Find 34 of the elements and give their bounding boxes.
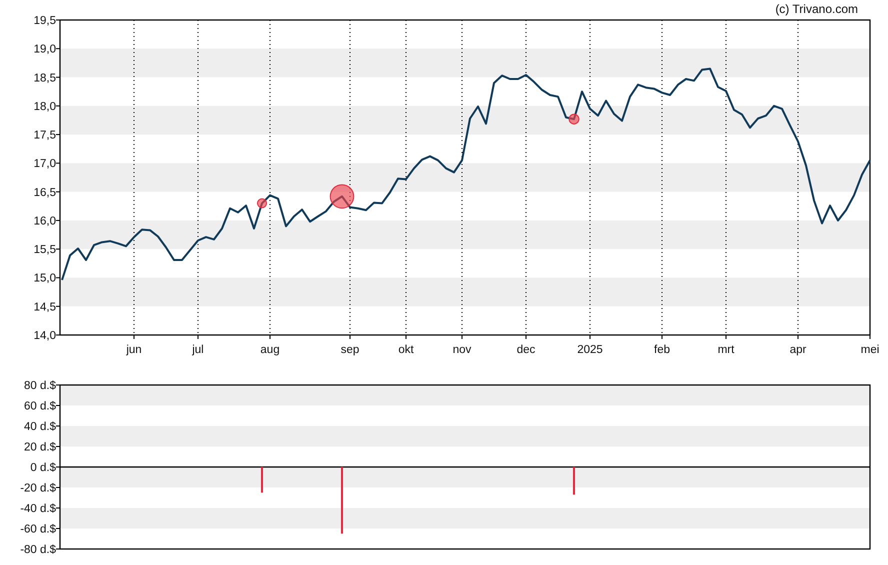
y-axis-label: 40 d.$	[24, 421, 56, 433]
x-axis-label: jul	[192, 344, 204, 356]
y-axis-label: 14,5	[34, 301, 56, 314]
y-axis-label: 17,0	[34, 158, 56, 170]
y-axis-label: 0 d.$	[30, 462, 56, 474]
x-axis-label: jun	[126, 344, 142, 356]
y-axis-label: 15,0	[34, 272, 56, 285]
y-axis-label: 18,0	[34, 100, 56, 113]
y-axis-label: -60 d.$	[20, 524, 56, 536]
x-axis-label: apr	[790, 344, 806, 356]
y-axis-label: 19,0	[34, 44, 56, 56]
x-axis-label: mei	[860, 344, 880, 356]
y-axis-label: 16,5	[34, 186, 56, 199]
y-axis-label: 18,5	[34, 72, 56, 84]
x-axis-label: nov	[452, 344, 472, 356]
y-axis-label: -40 d.$	[20, 503, 56, 515]
y-axis-label: 19,5	[34, 15, 56, 27]
y-axis-label: 14,0	[34, 330, 56, 342]
y-axis-label: 17,5	[34, 130, 56, 142]
y-axis-label: -20 d.$	[20, 482, 56, 494]
x-axis-label: aug	[260, 344, 280, 356]
x-axis-label: sep	[340, 344, 360, 356]
y-axis-label: 15,5	[34, 244, 56, 256]
x-axis-label: dec	[516, 344, 536, 356]
x-axis-label: mrt	[718, 344, 734, 356]
y-axis-label: 16,0	[34, 215, 56, 228]
y-axis-label: 20 d.$	[24, 442, 56, 454]
x-axis-label: okt	[398, 344, 414, 356]
x-axis-label: 2025	[577, 344, 603, 356]
y-axis-label: 60 d.$	[24, 400, 56, 412]
y-axis-label: 80 d.$	[24, 380, 56, 392]
copyright-text: (c) Trivano.com	[775, 2, 858, 16]
y-axis-label: -80 d.$	[20, 544, 56, 556]
x-axis-label: feb	[654, 344, 670, 356]
